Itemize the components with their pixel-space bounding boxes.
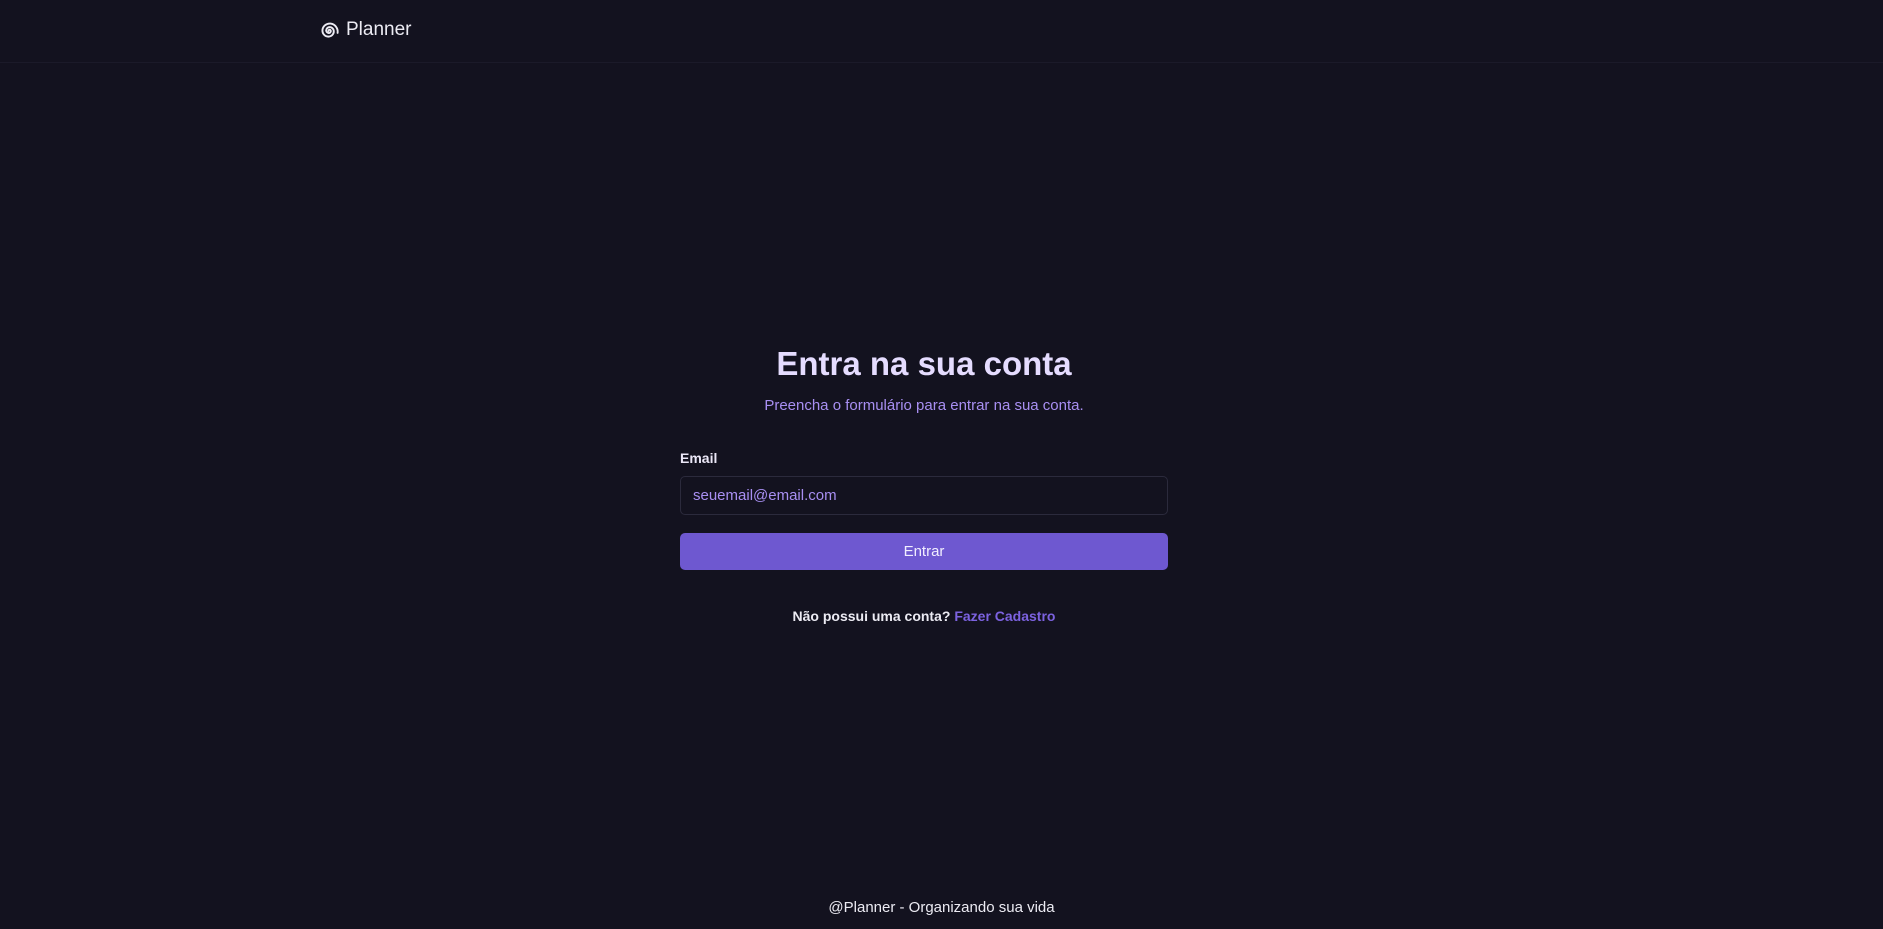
brand-name: Planner	[346, 19, 412, 40]
login-page: Planner Entra na sua conta Preencha o fo…	[0, 0, 1883, 929]
signup-link[interactable]: Fazer Cadastro	[954, 608, 1055, 624]
email-label: Email	[680, 450, 718, 466]
top-bar: Planner	[0, 0, 1883, 63]
login-button[interactable]: Entrar	[680, 533, 1168, 570]
signup-prompt-line: Não possui uma conta? Fazer Cadastro	[680, 607, 1168, 625]
page-subtitle: Preencha o formulário para entrar na sua…	[764, 397, 1084, 414]
brand[interactable]: Planner	[317, 16, 412, 44]
login-form: Email Entrar	[680, 449, 1168, 570]
email-field[interactable]	[680, 476, 1168, 515]
spiral-icon	[317, 19, 340, 42]
login-form-container: Entra na sua conta Preencha o formulário…	[680, 342, 1168, 625]
page-title: Entra na sua conta	[776, 345, 1072, 382]
signup-prompt-text: Não possui uma conta?	[792, 608, 951, 624]
footer-text: @Planner - Organizando sua vida	[828, 899, 1055, 916]
